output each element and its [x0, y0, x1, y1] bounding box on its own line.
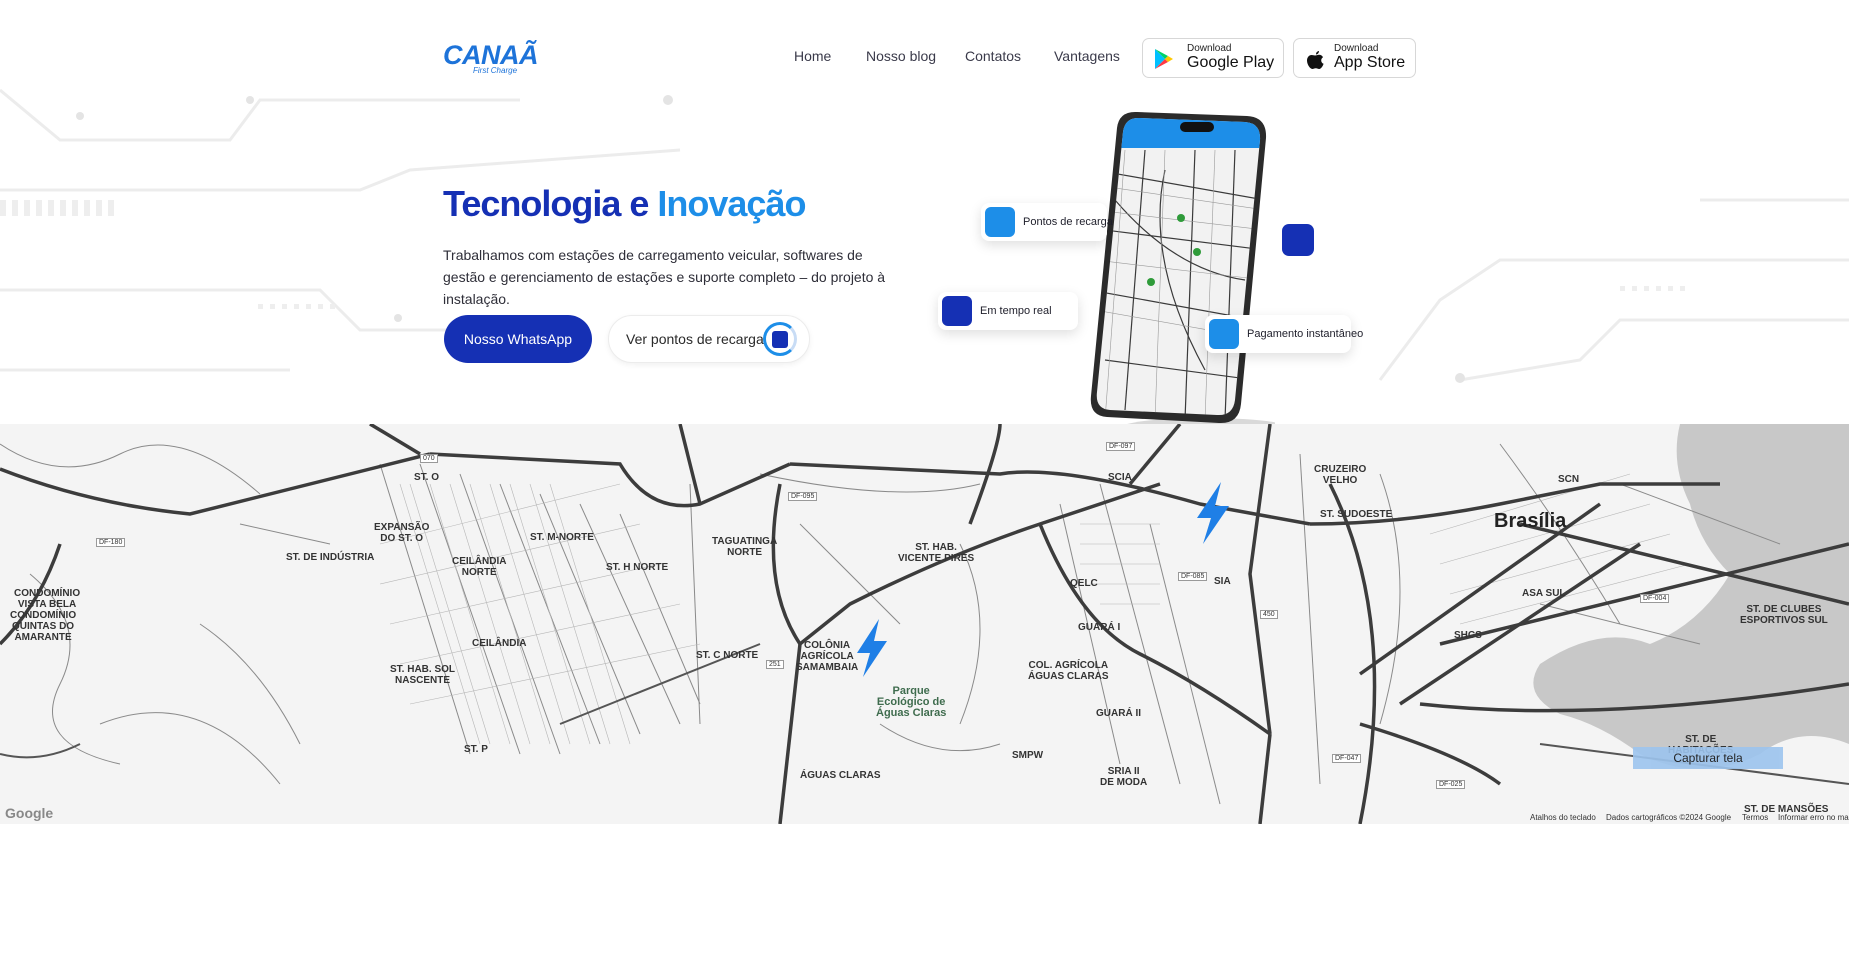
map-label-vicente-pires: ST. HAB. VICENTE PIRES [898, 542, 975, 564]
whatsapp-button[interactable]: Nosso WhatsApp [444, 315, 592, 363]
road-shield: DF-180 [96, 538, 126, 547]
brand-logo[interactable]: CANAÃ First Charge [443, 40, 539, 80]
google-play-label: Google Play [1187, 54, 1275, 71]
hero-title-part2: e [620, 183, 658, 224]
map-label-smpw: SMPW [1012, 750, 1044, 761]
map-label-scn: SCN [1558, 474, 1580, 485]
map-label-st-p: ST. P [464, 744, 488, 755]
apple-icon [1307, 51, 1324, 69]
map-label-ceilandia: CEILÂNDIA [472, 638, 527, 649]
road-shield: DF-085 [1178, 572, 1208, 581]
capture-screen-button[interactable]: Capturar tela [1633, 747, 1783, 769]
app-store-label: App Store [1334, 54, 1406, 71]
map-label-expansao: EXPANSÃO DO ST. O [374, 522, 430, 544]
speed-icon [1282, 224, 1314, 256]
hero-title: Tecnologia e Inovação [443, 183, 806, 225]
map-data-attribution: Dados cartográficos ©2024 Google [1606, 813, 1732, 822]
map-keyboard-shortcuts[interactable]: Atalhos do teclado [1530, 813, 1596, 822]
map-label-scia: SCIA [1108, 472, 1132, 483]
road-shield: DF-004 [1640, 594, 1670, 603]
view-charging-points-button[interactable]: Ver pontos de recarga [608, 315, 810, 363]
nav-vantagens[interactable]: Vantagens [1054, 48, 1120, 64]
wallet-icon [1209, 319, 1239, 349]
nav-home[interactable]: Home [794, 48, 831, 64]
map-label-st-industria: ST. DE INDÚSTRIA [286, 552, 375, 563]
feature-card-instant-payment: Pagamento instantâneo [1205, 315, 1363, 353]
map-label-condominio-quintas: CONDOMÍNIO QUINTAS DO AMARANTE [10, 610, 77, 643]
view-charging-points-label: Ver pontos de recarga [626, 331, 764, 347]
map-label-st-h-norte: ST. H NORTE [606, 562, 669, 573]
google-play-icon [1155, 49, 1173, 69]
map-label-cruzeiro: CRUZEIRO VELHO [1314, 464, 1367, 486]
map-terms-link[interactable]: Termos [1742, 813, 1768, 822]
map-label-st-o: ST. O [414, 472, 440, 483]
map-label-taguatinga-norte: TAGUATINGA NORTE [712, 536, 778, 558]
feature-card-charging-points: Pontos de recarga [981, 203, 1113, 241]
map-label-city: Brasília [1494, 510, 1567, 532]
nav-contatos[interactable]: Contatos [965, 48, 1021, 64]
road-shield: 251 [766, 660, 784, 669]
charging-point-icon [985, 207, 1015, 237]
feature-card-real-time: Em tempo real [938, 292, 1078, 330]
road-shield: DF-047 [1332, 754, 1362, 763]
map-label-guara-i: GUARÁ I [1078, 622, 1121, 633]
map-label-sia: SIA [1214, 576, 1231, 587]
map-label-col-aguas-claras: COL. AGRÍCOLA ÁGUAS CLARAS [1028, 660, 1109, 682]
map-label-st-hab-sol: ST. HAB. SOL NASCENTE [390, 664, 456, 686]
google-play-small: Download [1187, 43, 1232, 54]
road-shield: DF-095 [788, 492, 818, 501]
brand-tagline: First Charge [473, 66, 518, 75]
map-label-ceilandia-norte: CEILÂNDIA NORTE [452, 556, 507, 578]
hero-title-part3: Inovação [657, 183, 806, 224]
google-logo: Google [5, 805, 54, 821]
map-label-parque: Parque Ecológico de Águas Claras [876, 685, 947, 719]
map-label-st-clubes: ST. DE CLUBES ESPORTIVOS SUL [1740, 604, 1828, 626]
charging-bolt-icon [857, 619, 887, 677]
map-report-link[interactable]: Informar erro no mapa [1778, 813, 1849, 822]
road-shield: DF-025 [1436, 780, 1466, 789]
map-label-shcs: SHCS [1454, 630, 1482, 641]
app-store-small: Download [1334, 43, 1379, 54]
phone-mockup [1090, 111, 1275, 438]
road-shield: 450 [1260, 610, 1278, 619]
map-label-sria: SRIA II DE MODA [1100, 766, 1148, 788]
road-shield: DF-097 [1106, 442, 1136, 451]
map-label-asa-sul: ASA SUL [1522, 588, 1566, 599]
feature-card-instant-payment-label: Pagamento instantâneo [1247, 328, 1364, 340]
circuit-background [0, 88, 1849, 383]
map-label-guara-ii: GUARÁ II [1096, 708, 1141, 719]
battery-icon [942, 296, 972, 326]
nav-blog[interactable]: Nosso blog [866, 48, 936, 64]
map-label-condominio-vista: CONDOMÍNIO VISTA BELA [14, 588, 81, 610]
map-label-colonia-samambaia: COLÔNIA AGRÍCOLA SAMAMBAIA [796, 640, 859, 673]
feature-card-real-time-label: Em tempo real [980, 305, 1052, 317]
map[interactable]: Brasília ST. M-NORTE TAGUATINGA NORTE ST… [0, 424, 1849, 824]
feature-card-charging-points-label: Pontos de recarga [1023, 216, 1113, 228]
map-label-st-sudoeste: ST. SUDOESTE [1320, 509, 1393, 520]
charging-bolt-icon [1197, 482, 1229, 544]
map-label-st-m-norte: ST. M-NORTE [530, 532, 594, 543]
hero-title-part1: Tecnologia [443, 183, 621, 224]
map-label-aguas-claras: ÁGUAS CLARAS [800, 770, 881, 781]
charging-station-icon [772, 331, 788, 348]
google-play-button[interactable]: Download Google Play [1142, 38, 1284, 78]
app-store-button[interactable]: Download App Store [1293, 38, 1416, 78]
road-shield: 070 [420, 454, 438, 463]
map-label-qelc: QELC [1070, 578, 1098, 589]
hero-description: Trabalhamos com estações de carregamento… [443, 247, 886, 307]
map-label-st-c-norte: ST. C NORTE [696, 650, 759, 661]
